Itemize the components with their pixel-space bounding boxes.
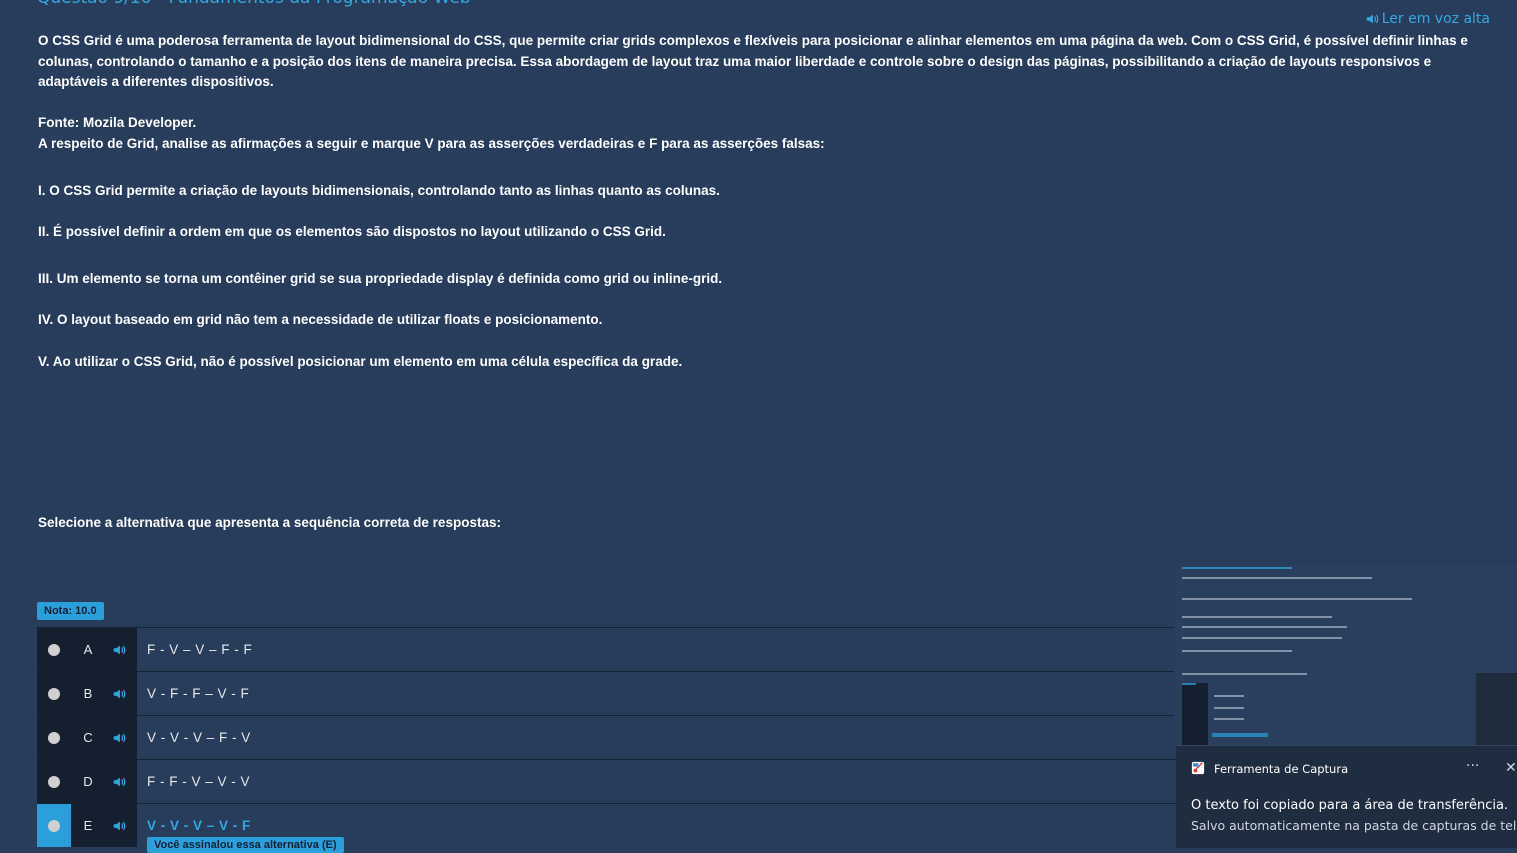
speaker-icon[interactable] <box>105 687 133 701</box>
radio-button[interactable] <box>48 687 60 700</box>
alternative-letter: E <box>83 818 93 833</box>
more-options-button[interactable]: ··· <box>1466 758 1479 774</box>
statement-item: V. Ao utilizar o CSS Grid, não é possíve… <box>38 354 683 369</box>
speaker-icon[interactable] <box>105 643 133 657</box>
statement-source: Fonte: Mozila Developer. <box>38 115 197 130</box>
alternatives-list: A F - V – V – F - F B V - F - F – V - F … <box>37 627 1197 853</box>
alternative-c[interactable]: C V - V - V – F - V <box>37 715 1197 759</box>
notification-submessage: Salvo automaticamente na pasta de captur… <box>1191 818 1517 833</box>
selected-note-badge: Você assinalou essa alternativa (E) <box>147 837 344 853</box>
snipping-tool-notification[interactable]: Ferramenta de Captura ··· ✕ O texto foi … <box>1176 745 1517 848</box>
radio-button[interactable] <box>48 819 60 832</box>
speaker-icon[interactable] <box>105 731 133 745</box>
snipping-tool-icon <box>1191 761 1205 775</box>
alternative-letter: C <box>83 730 93 745</box>
statement-item: II. É possível definir a ordem em que os… <box>38 224 666 239</box>
alternative-text: V - F - F – V - F <box>147 686 250 701</box>
statement-instruction: A respeito de Grid, analise as afirmaçõe… <box>38 136 825 151</box>
statement-prompt: Selecione a alternativa que apresenta a … <box>38 515 501 530</box>
close-icon[interactable]: ✕ <box>1505 760 1517 776</box>
speaker-icon[interactable] <box>105 775 133 789</box>
speaker-icon <box>1366 14 1378 24</box>
question-title: Questão 9/10 - Fundamentos da Programaçã… <box>37 0 471 8</box>
alternative-b[interactable]: B V - F - F – V - F <box>37 671 1197 715</box>
alternative-text: V - V - V – F - V <box>147 730 251 745</box>
notification-message: O texto foi copiado para a área de trans… <box>1191 798 1509 813</box>
grade-badge: Nota: 10.0 <box>37 602 104 620</box>
alternative-letter: D <box>83 774 93 789</box>
read-aloud-button[interactable]: Ler em voz alta <box>1365 11 1490 27</box>
alternative-letter: A <box>83 642 93 657</box>
alternative-letter: B <box>83 686 93 701</box>
radio-button[interactable] <box>48 643 60 656</box>
alternative-text: F - F - V – V - V <box>147 774 251 789</box>
alternative-d[interactable]: D F - F - V – V - V <box>37 759 1197 803</box>
notification-app-name: Ferramenta de Captura <box>1214 762 1349 776</box>
screenshot-thumbnail[interactable] <box>1174 565 1517 745</box>
alternative-text: F - V – V – F - F <box>147 642 253 657</box>
alternative-a[interactable]: A F - V – V – F - F <box>37 627 1197 671</box>
statement-intro: O CSS Grid é uma poderosa ferramenta de … <box>38 33 1468 89</box>
radio-button[interactable] <box>48 731 60 744</box>
radio-button[interactable] <box>48 775 60 788</box>
statement-item: III. Um elemento se torna um contêiner g… <box>38 271 723 286</box>
statement-item: IV. O layout baseado em grid não tem a n… <box>38 312 603 327</box>
statement-item: I. O CSS Grid permite a criação de layou… <box>38 183 720 198</box>
read-aloud-label: Ler em voz alta <box>1381 11 1490 27</box>
speaker-icon[interactable] <box>105 819 133 833</box>
alternative-e[interactable]: E V - V - V – V - F Você assinalou essa … <box>37 803 1197 853</box>
alternative-text: V - V - V – V - F <box>147 818 251 833</box>
